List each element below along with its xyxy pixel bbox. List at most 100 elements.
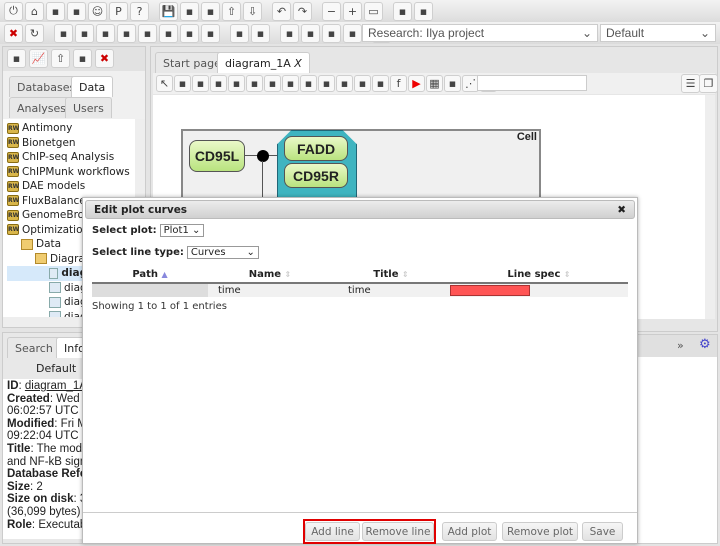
merge-icon[interactable]: ▪ <box>251 23 270 43</box>
diamond-icon[interactable]: ▪ <box>282 75 299 92</box>
upload-icon[interactable]: ⇧ <box>222 1 241 21</box>
refresh-icon[interactable]: ↻ <box>25 23 44 43</box>
chevron-down-icon: ⌄ <box>699 26 710 40</box>
f-icon[interactable]: f <box>390 75 407 92</box>
connector-icon[interactable]: ▪ <box>393 1 412 21</box>
align-left-icon[interactable]: ▪ <box>117 23 136 43</box>
gear-icon[interactable]: ⚙ <box>699 337 711 352</box>
select-icon[interactable]: ↖ <box>156 75 173 92</box>
tab-default[interactable]: Default <box>29 358 84 379</box>
tree-item[interactable]: RW Bionetgen <box>7 136 131 151</box>
delete-icon[interactable]: ✖ <box>95 49 114 68</box>
tree-item[interactable]: RW Antimony <box>7 121 131 136</box>
database-icon: RW <box>7 180 20 192</box>
zoom-out-icon[interactable]: − <box>322 1 341 21</box>
list-toggle-icon[interactable]: ▪ <box>414 1 433 21</box>
tab-data[interactable]: Data <box>71 76 114 97</box>
report-icon[interactable]: ▪ <box>444 75 461 92</box>
ellipse-icon[interactable]: ▪ <box>246 75 263 92</box>
distribute-v-icon[interactable]: ▪ <box>201 23 220 43</box>
layout-auto-icon[interactable]: ▪ <box>280 23 299 43</box>
tree-item[interactable]: RW ChIP-seq Analysis <box>7 150 131 165</box>
diagram-search-input[interactable] <box>477 75 587 91</box>
home-icon[interactable]: ⌂ <box>25 1 44 21</box>
reaction-icon[interactable]: ▪ <box>228 75 245 92</box>
text-view-icon[interactable]: ☰ <box>681 74 700 93</box>
layout-icon[interactable]: ▪ <box>46 1 65 21</box>
save-icon[interactable]: 💾 <box>159 1 178 21</box>
tab-diagram[interactable]: diagram_1A X <box>217 52 310 73</box>
compartment-icon[interactable]: ▪ <box>210 75 227 92</box>
run-icon[interactable]: ▶ <box>408 75 425 92</box>
close-icon[interactable]: ✖ <box>617 204 626 216</box>
column-header-path[interactable]: Path ▲ <box>92 267 208 283</box>
column-header-name[interactable]: Name ⇕ <box>208 267 332 283</box>
align-middle-icon[interactable]: ▪ <box>75 23 94 43</box>
close-tab-icon[interactable]: X <box>294 57 302 70</box>
equation-icon[interactable]: ▪ <box>174 75 191 92</box>
export-icon[interactable]: ▪ <box>201 1 220 21</box>
remove-plot-button[interactable]: Remove plot <box>502 522 578 541</box>
add-line-button[interactable]: Add line <box>305 522 360 541</box>
table-row[interactable]: time time <box>92 283 628 297</box>
upload-icon[interactable]: ⇧ <box>51 49 70 68</box>
close-doc-icon[interactable]: ✖ <box>4 23 23 43</box>
repository-toolbar: ▪ 📈 ⇧ ▪ ✖ <box>3 47 145 71</box>
remove-line-button[interactable]: Remove line <box>362 522 434 541</box>
line-spec-swatch[interactable] <box>450 285 530 296</box>
help-icon[interactable]: ? <box>130 1 149 21</box>
diagram-icon <box>49 282 61 294</box>
grid-icon[interactable]: ▦ <box>426 75 443 92</box>
node-cd95r[interactable]: CD95R <box>284 163 348 188</box>
add-plot-button[interactable]: Add plot <box>442 522 497 541</box>
align-center-icon[interactable]: ▪ <box>138 23 157 43</box>
perspective-select[interactable]: Default ⌄ <box>600 24 716 42</box>
download-icon[interactable]: ⇩ <box>243 1 262 21</box>
redo-icon[interactable]: ↷ <box>293 1 312 21</box>
column-header-line-spec[interactable]: Line spec ⇕ <box>450 267 628 283</box>
function-icon[interactable]: ▪ <box>354 75 371 92</box>
p-icon[interactable]: P <box>109 1 128 21</box>
tab-users[interactable]: Users <box>65 97 112 118</box>
user-icon[interactable]: ☺ <box>88 1 107 21</box>
line-icon[interactable]: ▪ <box>264 75 281 92</box>
zoom-in-icon[interactable]: + <box>343 1 362 21</box>
more-tabs-icon[interactable]: » <box>677 339 684 352</box>
ungroup-icon[interactable]: ▪ <box>343 23 362 43</box>
undo-icon[interactable]: ↶ <box>272 1 291 21</box>
save-button[interactable]: Save <box>582 522 623 541</box>
comments-icon[interactable]: ❐ <box>699 74 718 93</box>
rna-icon[interactable]: ▪ <box>300 75 317 92</box>
copy-icon[interactable]: ▪ <box>180 1 199 21</box>
main-toolbar: ⏻ ⌂ ▪ ▪ ☺ P? 💾 ▪ ▪ ⇧ ⇩ ↶ ↷ − + ▭ ▪ ▪ <box>0 0 720 22</box>
tree-item[interactable]: RW DAE models <box>7 179 131 194</box>
fit-icon[interactable]: ▭ <box>364 1 383 21</box>
panel-icon[interactable]: ▪ <box>67 1 86 21</box>
dialog-title-bar[interactable]: Edit plot curves ✖ <box>85 200 635 219</box>
tree-item[interactable]: RW ChIPMunk workflows <box>7 165 131 180</box>
align-bottom-icon[interactable]: ▪ <box>96 23 115 43</box>
node-fadd[interactable]: FADD <box>284 136 348 161</box>
constraint-icon[interactable]: ▪ <box>336 75 353 92</box>
layout-color-icon[interactable]: ▪ <box>301 23 320 43</box>
smiley-icon[interactable]: ▪ <box>192 75 209 92</box>
distribute-h-icon[interactable]: ▪ <box>180 23 199 43</box>
id-link[interactable]: diagram_1A <box>25 380 87 392</box>
column-header-title[interactable]: Title ⇕ <box>332 267 450 283</box>
logout-icon[interactable]: ⏻ <box>4 1 23 21</box>
table-icon[interactable]: ▪ <box>372 75 389 92</box>
chart-icon[interactable]: 📈 <box>29 49 48 68</box>
node-cd95l[interactable]: CD95L <box>189 140 245 172</box>
align-top-icon[interactable]: ▪ <box>54 23 73 43</box>
open-icon[interactable]: ▪ <box>7 49 26 68</box>
event-icon[interactable]: ▪ <box>318 75 335 92</box>
line-type-dropdown[interactable]: Curves ⌄ <box>186 246 259 259</box>
canvas-scrollbar-v[interactable] <box>705 95 715 319</box>
select-plot-dropdown[interactable]: Plot1 ⌄ <box>159 224 205 237</box>
align-right-icon[interactable]: ▪ <box>159 23 178 43</box>
group-icon[interactable]: ▪ <box>322 23 341 43</box>
split-icon[interactable]: ▪ <box>230 23 249 43</box>
tab-search[interactable]: Search <box>7 337 61 358</box>
copy-icon[interactable]: ▪ <box>73 49 92 68</box>
project-select[interactable]: Research: Ilya project ⌄ <box>362 24 598 42</box>
